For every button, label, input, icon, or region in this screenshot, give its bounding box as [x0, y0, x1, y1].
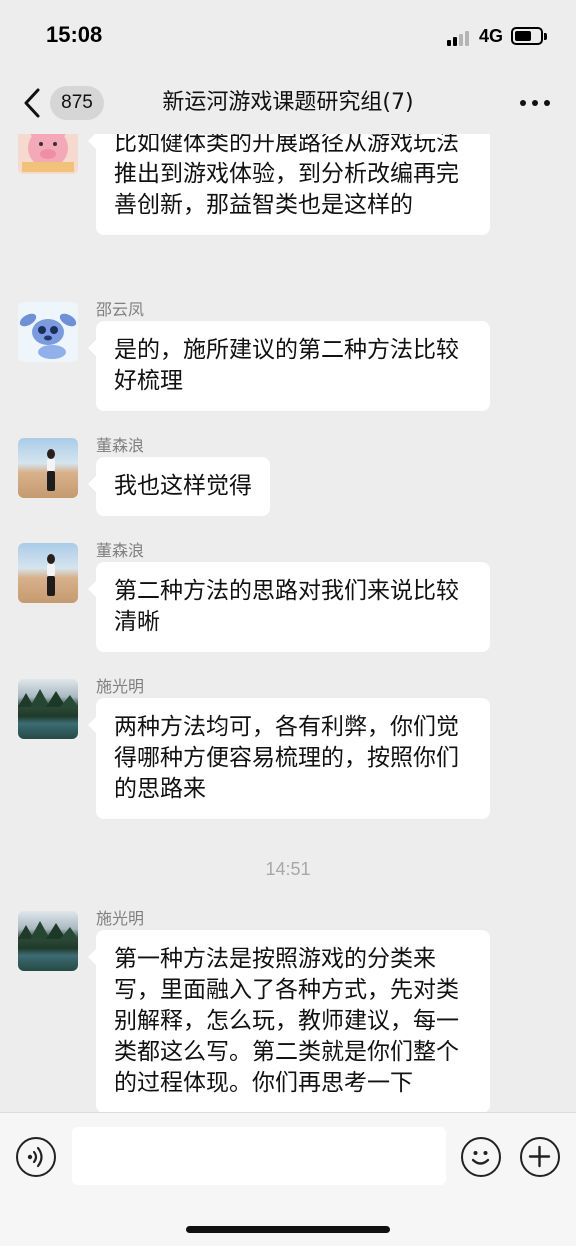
sender-name: 邵云凤: [96, 300, 145, 319]
message-bubble[interactable]: 第一种方法是按照游戏的分类来写，里面融入了各种方式，先对类别解释，怎么玩，教师建…: [88, 930, 490, 1112]
signal-icon: [447, 30, 473, 46]
forest-avatar[interactable]: [18, 911, 78, 971]
stitch-avatar[interactable]: [18, 302, 78, 362]
sender-name: 施光明: [96, 909, 145, 928]
back-icon[interactable]: [20, 86, 44, 120]
desert-avatar[interactable]: [18, 438, 78, 498]
message-bubble[interactable]: 两种方法均可，各有利弊，你们觉得哪种方便容易梳理的，按照你们的思路来: [88, 698, 490, 819]
network-label: 4G: [479, 26, 504, 46]
time-separator: 14:51: [265, 859, 311, 879]
status-time: 15:08: [46, 22, 103, 47]
chat-title: 新运河游戏课题研究组(7): [162, 90, 414, 115]
voice-icon: [27, 1146, 43, 1168]
more-icon[interactable]: [518, 100, 552, 108]
message-input[interactable]: [72, 1127, 446, 1185]
pig-avatar[interactable]: [18, 134, 78, 174]
plus-icon: [528, 1145, 551, 1168]
message-bubble[interactable]: 比如健体类的开展路径从游戏玩法推出到游戏体验，到分析改编再完善创新，那益智类也是…: [88, 134, 490, 235]
desert-avatar[interactable]: [18, 543, 78, 603]
smile-icon: [471, 1151, 490, 1165]
sender-name: 董森浪: [96, 436, 145, 455]
emoji-button[interactable]: [461, 1137, 501, 1177]
message-bubble[interactable]: 第二种方法的思路对我们来说比较清晰: [88, 562, 490, 652]
chat-messages: 比如健体类的开展路径从游戏玩法推出到游戏体验，到分析改编再完善创新，那益智类也是…: [0, 134, 576, 1112]
forest-avatar[interactable]: [18, 679, 78, 739]
nav-bar: 875 新运河游戏课题研究组(7): [0, 72, 576, 134]
status-bar: 15:08 4G: [0, 0, 576, 72]
voice-button[interactable]: [16, 1137, 56, 1177]
unread-count-badge[interactable]: 875: [50, 86, 104, 120]
sender-name: 施光明: [96, 677, 145, 696]
add-button[interactable]: [520, 1137, 560, 1177]
sender-name: 董森浪: [96, 541, 145, 560]
battery-icon: [511, 27, 547, 45]
home-indicator[interactable]: [186, 1226, 390, 1233]
message-bubble[interactable]: 我也这样觉得: [88, 457, 270, 516]
message-bubble[interactable]: 是的，施所建议的第二种方法比较好梳理: [88, 321, 490, 411]
